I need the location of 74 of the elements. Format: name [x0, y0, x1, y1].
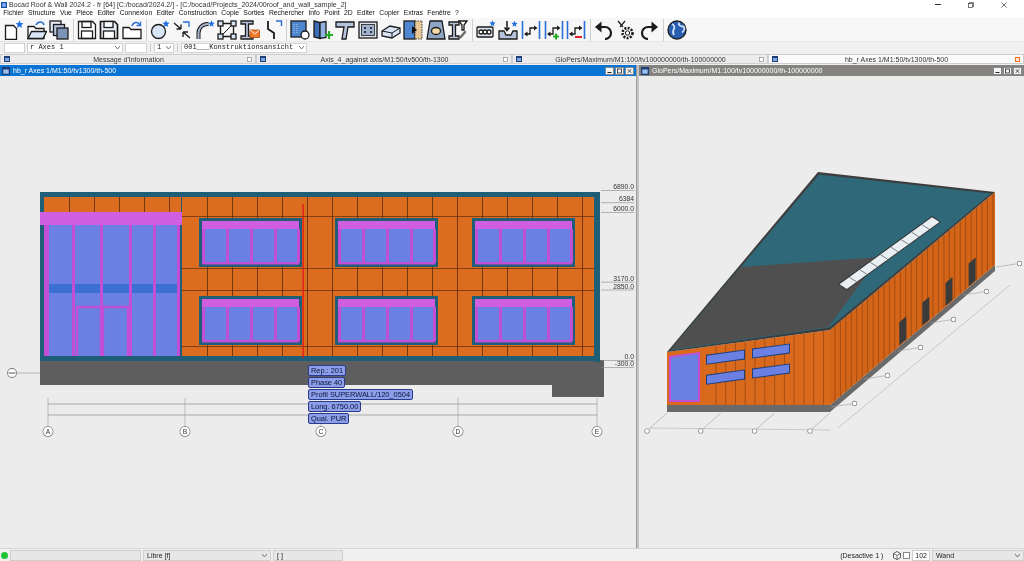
grid-axis	[644, 412, 668, 434]
arc-icon[interactable]	[194, 19, 215, 40]
caret-icon	[1015, 553, 1020, 557]
door-opening	[945, 277, 953, 306]
grid-axis	[752, 412, 775, 434]
windows-icon[interactable]	[49, 19, 70, 40]
window-icon	[641, 66, 649, 75]
arrows-icon[interactable]	[172, 19, 193, 40]
close-icon[interactable]	[1013, 66, 1022, 75]
maximize-icon[interactable]	[1003, 66, 1012, 75]
grid-axis	[863, 372, 891, 380]
checkbox[interactable]	[903, 551, 911, 559]
undo-icon[interactable]	[593, 19, 614, 40]
plate-icon[interactable]	[425, 19, 446, 40]
minimize-icon[interactable]	[605, 66, 614, 75]
door-opening	[899, 316, 907, 346]
window-icon	[516, 56, 522, 62]
window-icon	[772, 56, 778, 62]
input-field[interactable]	[4, 42, 25, 53]
grid-axis	[830, 400, 858, 408]
caret-icon	[166, 46, 171, 49]
grid-axis	[698, 412, 722, 434]
door-opening	[968, 257, 976, 287]
panel-dots-icon[interactable]	[357, 19, 378, 40]
window-icon	[4, 56, 10, 62]
close-icon[interactable]	[1001, 1, 1007, 8]
caret-icon	[262, 553, 267, 557]
grid-axis	[896, 344, 924, 352]
globe-icon[interactable]	[666, 19, 687, 40]
tray-arrow-icon[interactable]	[498, 19, 519, 40]
caret-icon	[115, 46, 120, 49]
circle-star-icon[interactable]	[149, 19, 170, 40]
connect-minus-icon[interactable]	[566, 19, 587, 40]
minimize-icon[interactable]	[993, 66, 1002, 75]
door-opening	[922, 296, 930, 326]
window	[752, 343, 790, 359]
caret-icon	[299, 46, 304, 49]
beam-icon[interactable]	[335, 19, 356, 40]
curtain-wall	[669, 352, 700, 402]
maximize-icon[interactable]	[615, 66, 624, 75]
window-icon	[260, 56, 266, 62]
grid-axis	[807, 412, 831, 434]
window	[706, 349, 745, 365]
connect-plus-icon[interactable]	[543, 19, 564, 40]
gear-icon[interactable]	[616, 19, 637, 40]
frame-icon[interactable]	[217, 19, 238, 40]
app-logo-icon	[1, 1, 7, 8]
beam-filter-icon[interactable]	[448, 19, 469, 40]
save-icon[interactable]	[76, 19, 97, 40]
panel-icon[interactable]	[290, 19, 311, 40]
folder-icon[interactable]	[121, 19, 142, 40]
status-dot-icon	[1, 551, 8, 559]
input-field[interactable]	[10, 549, 141, 561]
cube-icon	[893, 550, 902, 560]
redo-icon[interactable]	[639, 19, 660, 40]
floppy-icon[interactable]	[99, 19, 120, 40]
window-icon	[2, 66, 10, 75]
new-file-icon[interactable]	[4, 19, 24, 40]
panel-plus-icon[interactable]	[312, 19, 333, 40]
grid-axis	[962, 288, 990, 296]
grid-axis	[995, 260, 1023, 268]
input-field[interactable]	[125, 42, 147, 53]
restore-icon[interactable]	[968, 1, 974, 8]
minimize-icon[interactable]	[935, 3, 941, 6]
window	[752, 363, 790, 379]
grid-axis	[929, 316, 957, 324]
window	[706, 369, 745, 385]
connect-arrows-icon[interactable]	[521, 19, 542, 40]
open-folder-icon[interactable]	[26, 19, 47, 40]
level-marker-icon	[7, 368, 17, 378]
bolt-row-icon[interactable]	[475, 19, 496, 40]
panel-arrow-icon[interactable]	[403, 19, 424, 40]
close-icon[interactable]	[625, 66, 634, 75]
beam-envelope-icon[interactable]	[239, 19, 260, 40]
